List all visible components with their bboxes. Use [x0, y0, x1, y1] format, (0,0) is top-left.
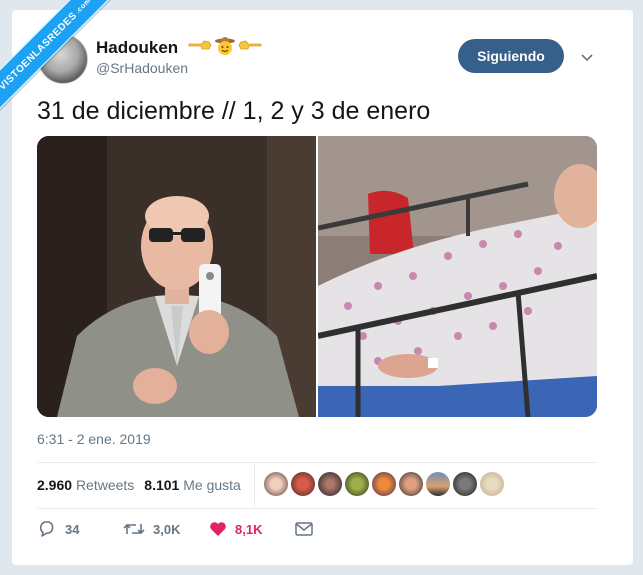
cowboy-emoji-icon [214, 34, 236, 56]
reply-count: 34 [65, 521, 80, 537]
name-emojis [188, 34, 262, 56]
user-handle[interactable]: @SrHadouken [96, 60, 188, 76]
retweets-stat[interactable]: 2.960 Retweets [37, 477, 134, 493]
heart-icon[interactable] [209, 521, 227, 537]
tweet-timestamp[interactable]: 6:31 - 2 ene. 2019 [37, 431, 151, 447]
watermark-suffix: .com [74, 0, 93, 15]
stats-separator [254, 462, 255, 506]
tweet-media[interactable] [37, 136, 597, 417]
retweet-action[interactable]: 3,0K [123, 521, 209, 537]
liker-avatar[interactable] [372, 472, 396, 496]
likes-count: 8.101 [144, 477, 180, 493]
liker-avatar[interactable] [264, 472, 288, 496]
divider-bottom [37, 508, 597, 509]
chevron-down-icon[interactable] [580, 50, 594, 62]
liker-avatar[interactable] [399, 472, 423, 496]
likes-label: Me gusta [183, 477, 241, 493]
like-count: 8,1K [235, 521, 263, 537]
photo-hospital-bed[interactable] [318, 136, 597, 417]
tweet-text: 31 de diciembre // 1, 2 y 3 de enero [37, 97, 431, 125]
mail-icon[interactable] [295, 522, 313, 536]
retweet-count: 3,0K [153, 521, 181, 537]
reply-icon[interactable] [37, 520, 57, 538]
liker-avatar[interactable] [426, 472, 450, 496]
reply-action[interactable]: 34 [37, 520, 123, 538]
retweets-count: 2.960 [37, 477, 73, 493]
user-name[interactable]: Hadouken [96, 38, 178, 58]
photo-selfie-suit[interactable] [37, 136, 316, 417]
photo-selfie-illustration [37, 136, 316, 417]
retweet-icon[interactable] [123, 521, 145, 537]
liker-avatars [264, 472, 504, 496]
direct-message-action[interactable] [295, 522, 313, 536]
following-button[interactable]: Siguiendo [458, 39, 564, 73]
retweets-label: Retweets [75, 477, 135, 493]
liker-avatar[interactable] [318, 472, 342, 496]
like-action[interactable]: 8,1K [209, 521, 295, 537]
likes-stat[interactable]: 8.101 Me gusta [144, 477, 241, 493]
engagement-stats: 2.960 Retweets 8.101 Me gusta [37, 477, 241, 493]
pointing-hand-left-icon [188, 39, 212, 51]
liker-avatar[interactable] [480, 472, 504, 496]
pointing-hand-right-icon [238, 39, 262, 51]
liker-avatar[interactable] [291, 472, 315, 496]
divider-top [37, 462, 597, 463]
liker-avatar[interactable] [453, 472, 477, 496]
tweet-actions: 34 3,0K 8,1K [37, 520, 313, 538]
liker-avatar[interactable] [345, 472, 369, 496]
photo-hospital-illustration [318, 136, 597, 417]
